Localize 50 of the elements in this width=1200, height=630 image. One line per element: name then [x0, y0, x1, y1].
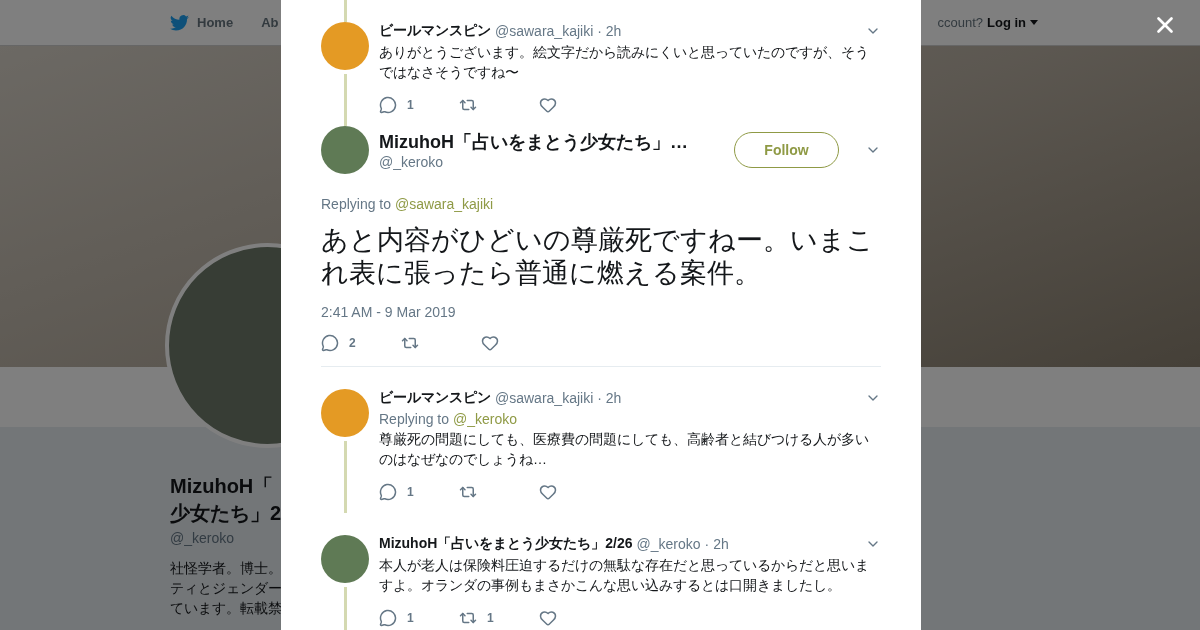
tweet-time: · 2h: [704, 536, 729, 552]
avatar-photo[interactable]: [321, 22, 369, 70]
mention-link[interactable]: @sawara_kajiki: [394, 196, 494, 212]
reply-icon: [321, 334, 339, 352]
reply-icon: [379, 483, 397, 501]
tweet-text: ありがとうございます。絵文字だから読みにくいと思っていたのですが、そうではなさそうですね〜: [379, 43, 870, 82]
profile-handle: @_keroko: [170, 530, 236, 546]
profile-bio: ティとジェンダー: [170, 579, 281, 598]
profile-bio: 社怪学者。博士。: [170, 559, 281, 578]
heart-icon: [539, 483, 557, 501]
reply-icon: [379, 609, 397, 627]
about-link[interactable]: Ab: [261, 15, 279, 30]
user-name[interactable]: MizuhoH「占いをまとう少女たち」…: [379, 130, 688, 154]
user-name[interactable]: ビールマンスピン: [379, 389, 491, 407]
tweet-text: あと内容がひどいの尊厳死ですねー。いまこれ表に張ったら普通に燃える案件。: [321, 224, 875, 290]
heart-icon: [539, 96, 557, 114]
heart-icon: [539, 609, 557, 627]
profile-bio: ています。転載禁: [170, 599, 281, 618]
user-handle: @sawara_kajiki: [495, 390, 594, 406]
tweet-text: 本人が老人は保険料圧迫するだけの無駄な存在だと思っているからだと思いますよ。オランダの事例もまさかこんな思い込みするとは口開きましたし。: [379, 556, 870, 595]
profile-name: 少女たち」2: [170, 501, 281, 526]
reply-button[interactable]: 1: [379, 96, 459, 114]
user-handle: @_keroko: [379, 154, 445, 170]
profile-name: MizuhoH「: [170, 474, 275, 499]
home-link[interactable]: Home: [197, 15, 234, 30]
account-prompt: ccount?: [937, 15, 983, 30]
bird-icon: [170, 14, 189, 31]
user-name[interactable]: ビールマンスピン: [379, 22, 491, 40]
user-handle: @sawara_kajiki: [495, 23, 594, 39]
tweet-text: 尊厳死の問題にしても、医療費の問題にしても、高齢者と結びつける人が多いのはなぜなのでしょうね…: [379, 430, 870, 469]
reply-button[interactable]: 2: [321, 334, 401, 352]
caret-icon[interactable]: [1030, 20, 1038, 25]
tweet-timestamp: 2:41 AM - 9 Mar 2019: [321, 304, 457, 320]
avatar-photo[interactable]: [321, 126, 369, 174]
user-handle: @_keroko: [636, 536, 701, 552]
tweet-time: · 2h: [597, 23, 622, 39]
user-name[interactable]: MizuhoH「占いをまとう少女たち」2/26: [379, 535, 633, 553]
tweet-time: · 2h: [597, 390, 622, 406]
reply-button[interactable]: 1: [379, 483, 459, 501]
avatar-photo[interactable]: [321, 389, 369, 437]
replying-to-text: Replying to @_keroko: [379, 411, 518, 427]
avatar-photo[interactable]: [321, 535, 369, 583]
follow-button[interactable]: Follow: [734, 132, 839, 168]
login-link[interactable]: Log in: [987, 15, 1026, 30]
reply-button[interactable]: 1: [379, 609, 459, 627]
replying-to-text: Replying to @sawara_kajiki: [321, 196, 495, 212]
heart-icon: [481, 334, 499, 352]
reply-icon: [379, 96, 397, 114]
retweet-button[interactable]: 1: [459, 609, 539, 627]
mention-link[interactable]: @_keroko: [452, 411, 517, 427]
